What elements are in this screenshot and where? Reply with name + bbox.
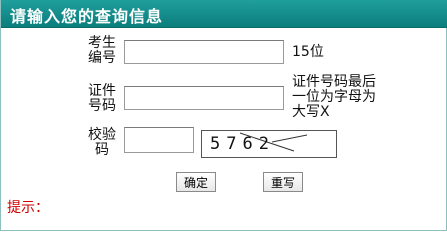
id-number-label-line1: 证件 (88, 83, 116, 99)
id-number-note-line2: 一位为字母为 (292, 89, 376, 105)
id-number-label-line2: 号码 (88, 98, 116, 114)
id-number-input[interactable] (124, 86, 284, 110)
captcha-image[interactable]: 5762 (201, 130, 337, 158)
id-number-note: 证件号码最后 一位为字母为 大写X (292, 75, 376, 120)
exam-number-note: 15位 (292, 44, 324, 60)
exam-number-label-line1: 考生 (88, 35, 116, 51)
captcha-label-line2: 码 (95, 142, 109, 158)
query-panel: 请输入您的查询信息 考生 编号 15位 证件 号码 证件号码最后 一位为字母为 … (0, 0, 447, 231)
id-number-label: 证件 号码 (85, 84, 119, 114)
exam-number-label-line2: 编号 (88, 50, 116, 66)
captcha-graphic: 5762 (210, 132, 308, 154)
panel-title: 请输入您的查询信息 (10, 7, 164, 26)
exam-number-input[interactable] (124, 40, 284, 64)
captcha-input[interactable] (124, 127, 194, 153)
reset-button[interactable]: 重写 (263, 172, 303, 192)
confirm-button[interactable]: 确定 (176, 172, 216, 192)
exam-number-label: 考生 编号 (85, 36, 119, 66)
captcha-label-line1: 校验 (88, 127, 116, 143)
panel-header: 请输入您的查询信息 (1, 0, 447, 28)
captcha-text: 5762 (210, 134, 275, 154)
captcha-label: 校验 码 (85, 128, 119, 158)
id-number-note-line1: 证件号码最后 (292, 74, 376, 90)
captcha-noise-line (271, 134, 308, 143)
id-number-note-line3: 大写X (292, 104, 330, 120)
hint-label: 提示： (7, 200, 49, 216)
